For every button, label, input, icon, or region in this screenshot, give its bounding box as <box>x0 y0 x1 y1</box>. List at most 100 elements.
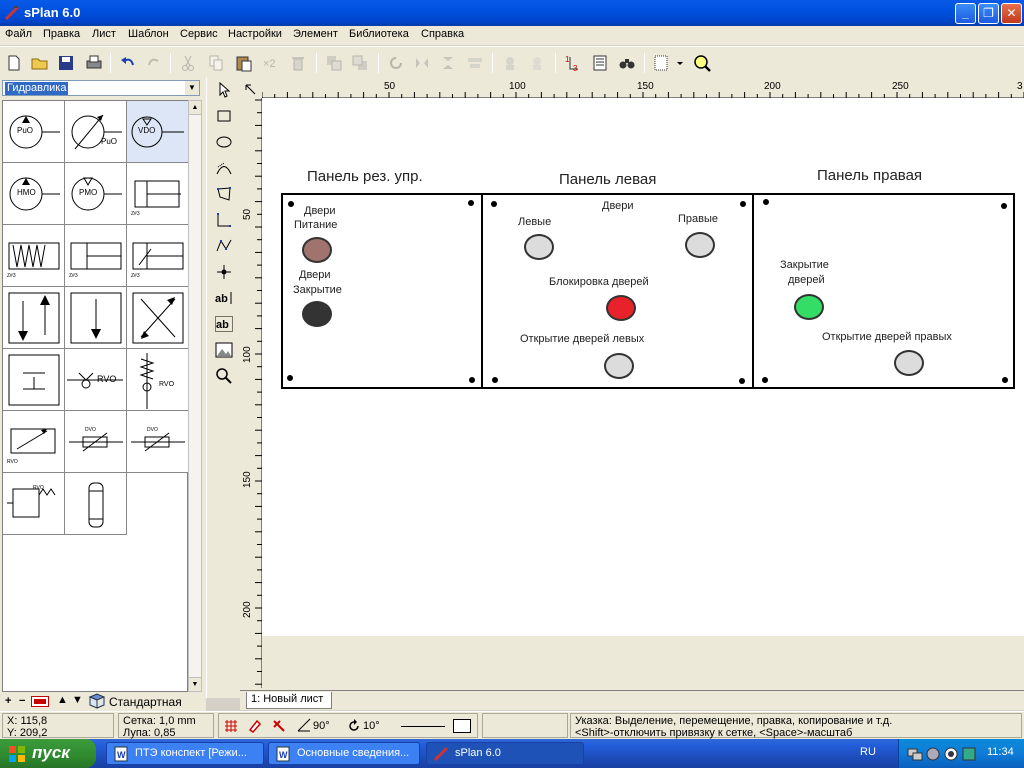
angle-step-2[interactable]: 10° <box>363 720 380 732</box>
ellipse-icon[interactable] <box>215 133 233 151</box>
library-select[interactable]: Гидравлика ▼ <box>2 80 200 96</box>
cut-icon[interactable] <box>178 53 198 73</box>
language-indicator[interactable]: RU <box>860 746 876 758</box>
library-symbol[interactable]: DVO <box>127 411 189 473</box>
task-button[interactable]: sPlan 6.0 <box>426 742 584 765</box>
chevron-down-icon[interactable] <box>674 53 686 73</box>
library-symbol[interactable]: RVO <box>65 349 127 411</box>
magnet-icon[interactable] <box>271 718 287 734</box>
ruler-corner[interactable] <box>240 80 262 98</box>
task-button[interactable]: W Основные сведения... <box>268 742 420 765</box>
library-symbol[interactable] <box>3 349 65 411</box>
zoom-fit-icon[interactable] <box>692 53 712 73</box>
speaker-icon[interactable] <box>925 746 941 762</box>
image-icon[interactable] <box>215 341 233 359</box>
delete-icon[interactable] <box>288 53 308 73</box>
panel-title[interactable]: Панель левая <box>559 171 656 188</box>
snap-grid-icon[interactable] <box>223 718 239 734</box>
snap-object-icon[interactable] <box>247 718 263 734</box>
redo-icon[interactable] <box>144 53 164 73</box>
library-symbol[interactable]: Z#3 <box>127 225 189 287</box>
bezier-icon[interactable] <box>215 159 233 177</box>
menu-template[interactable]: Шаблон <box>128 28 169 40</box>
library-symbol[interactable]: PuO <box>65 101 127 163</box>
library-symbol[interactable]: DVO <box>65 411 127 473</box>
panel-right[interactable]: Закрытие дверей Открытие дверей правых <box>752 193 1015 389</box>
parts-list-icon[interactable] <box>590 53 610 73</box>
library-symbol[interactable]: Z#3 <box>65 225 127 287</box>
lamp-open-left[interactable] <box>604 353 634 379</box>
paste-icon[interactable] <box>234 53 254 73</box>
open-folder-icon[interactable] <box>30 53 50 73</box>
angle-icon[interactable] <box>297 718 311 732</box>
display-icon[interactable] <box>943 746 959 762</box>
panel-left[interactable]: Двери Левые Правые Блокировка дверей Отк… <box>481 193 754 389</box>
menu-file[interactable]: Файл <box>5 28 32 40</box>
rotate-icon[interactable] <box>347 719 361 733</box>
ruler-origin-icon[interactable] <box>245 84 257 96</box>
new-file-icon[interactable] <box>4 53 24 73</box>
lamp-power[interactable] <box>302 237 332 263</box>
library-edit-icon[interactable] <box>31 696 49 707</box>
lamp-doors-right[interactable] <box>685 232 715 258</box>
mirror-v-icon[interactable] <box>438 53 458 73</box>
menu-element[interactable]: Элемент <box>293 28 338 40</box>
remove-icon[interactable]: − <box>19 695 25 707</box>
rotate-icon[interactable] <box>386 53 406 73</box>
text-icon[interactable]: ab <box>215 289 233 307</box>
arrow-down-icon[interactable]: ▼ <box>72 694 83 706</box>
mirror-h-icon[interactable] <box>412 53 432 73</box>
menu-settings[interactable]: Настройки <box>228 28 282 40</box>
library-symbol[interactable] <box>3 287 65 349</box>
save-icon[interactable] <box>56 53 76 73</box>
numbering-icon[interactable]: 13 <box>563 53 583 73</box>
lamp-lock[interactable] <box>606 295 636 321</box>
chevron-down-icon[interactable]: ▼ <box>185 81 199 95</box>
to-front-icon[interactable] <box>324 53 344 73</box>
minimize-button[interactable]: _ <box>955 3 976 24</box>
menu-edit[interactable]: Правка <box>43 28 80 40</box>
library-symbol[interactable] <box>65 473 127 535</box>
library-scrollbar[interactable]: ▲ ▼ <box>188 100 202 692</box>
menu-library[interactable]: Библиотека <box>349 28 409 40</box>
textbox-icon[interactable]: ab <box>215 315 233 333</box>
library-symbol[interactable]: VDO <box>127 101 189 163</box>
angle-step-1[interactable]: 90° <box>313 720 330 732</box>
add-icon[interactable]: + <box>5 695 11 707</box>
grid-icon[interactable] <box>652 53 672 73</box>
lamp-doors-left[interactable] <box>524 234 554 260</box>
junction-icon[interactable] <box>215 263 233 281</box>
library-symbol[interactable]: PMO <box>65 163 127 225</box>
line-icon[interactable] <box>215 211 233 229</box>
network-icon[interactable] <box>907 746 923 762</box>
maximize-button[interactable]: ❐ <box>978 3 999 24</box>
tab-sheet-1[interactable]: 1: Новый лист <box>246 692 333 709</box>
task-button[interactable]: W ПТЭ конспект [Режи... <box>106 742 264 765</box>
polygon-icon[interactable] <box>215 185 233 203</box>
undo-icon[interactable] <box>118 53 138 73</box>
print-icon[interactable] <box>84 53 104 73</box>
fill-preview[interactable] <box>453 719 471 733</box>
start-button[interactable]: пуск <box>0 739 96 768</box>
rectangle-icon[interactable] <box>215 107 233 125</box>
to-back-icon[interactable] <box>350 53 370 73</box>
book-icon[interactable] <box>88 693 106 709</box>
lamp-close[interactable] <box>302 301 332 327</box>
library-name[interactable]: Стандартная <box>109 695 182 709</box>
binoculars-icon[interactable] <box>617 53 637 73</box>
library-symbol[interactable]: Z#3 <box>127 163 189 225</box>
menu-service[interactable]: Сервис <box>180 28 218 40</box>
app-tray-icon[interactable] <box>961 746 977 762</box>
lamp-close-doors[interactable] <box>794 294 824 320</box>
drawing-sheet[interactable]: Панель рез. упр. Двери Питание Двери Зак… <box>262 98 1024 636</box>
duplicate-icon[interactable]: ×2 <box>261 53 281 73</box>
pointer-icon[interactable] <box>215 81 233 99</box>
align-icon[interactable] <box>465 53 485 73</box>
panel-title[interactable]: Панель правая <box>817 167 922 184</box>
library-symbol[interactable]: Z#3 <box>3 225 65 287</box>
library-symbol[interactable]: RVO <box>3 473 65 535</box>
library-symbol[interactable]: RVO <box>127 349 189 411</box>
library-symbol[interactable] <box>127 287 189 349</box>
library-symbol[interactable]: RVO <box>3 411 65 473</box>
zoom-icon[interactable] <box>215 367 233 385</box>
